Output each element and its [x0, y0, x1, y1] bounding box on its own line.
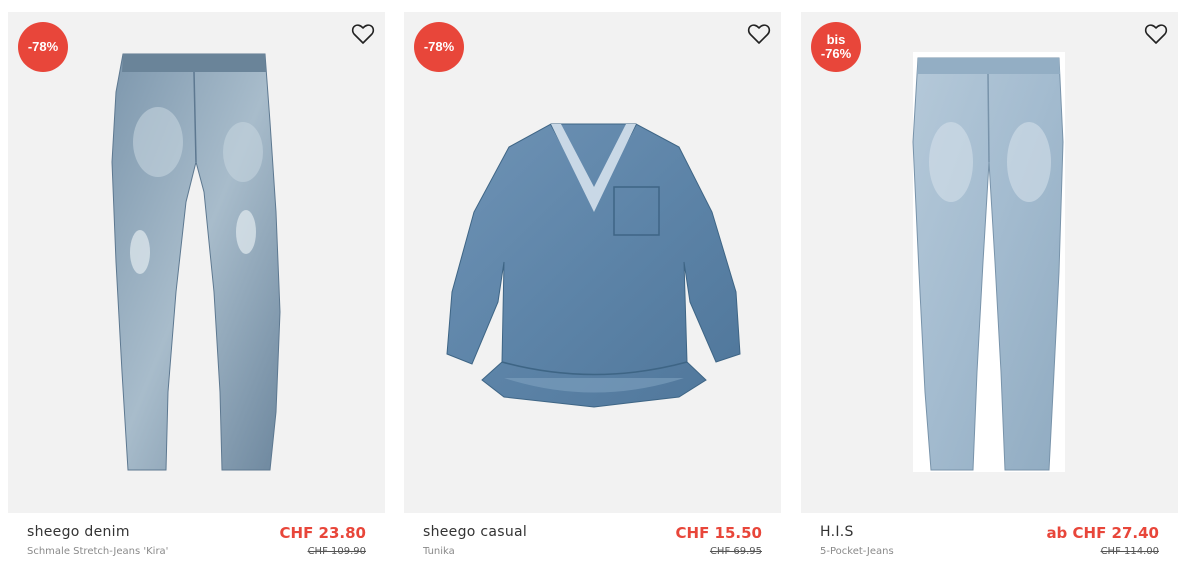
jeans-image[interactable] [801, 12, 1178, 513]
product-card[interactable]: -78% sheego denim Schmale Stretch-Jeans … [8, 12, 385, 566]
product-name[interactable]: Schmale Stretch-Jeans 'Kira' [27, 546, 168, 557]
product-image-area[interactable]: -78% [404, 12, 781, 513]
product-brand[interactable]: H.I.S [820, 524, 854, 540]
product-old-price: CHF 69.95 [709, 546, 762, 557]
product-price: CHF 23.80 [279, 524, 366, 542]
product-price: ab CHF 27.40 [1046, 524, 1159, 542]
discount-badge-line1: -78% [27, 39, 59, 54]
product-info[interactable]: sheego denim Schmale Stretch-Jeans 'Kira… [8, 513, 385, 566]
product-name[interactable]: Tunika [423, 546, 455, 557]
product-info[interactable]: H.I.S 5-Pocket-Jeans ab CHF 27.40 CHF 11… [801, 513, 1178, 566]
product-info[interactable]: sheego casual Tunika CHF 15.50 CHF 69.95 [404, 513, 781, 566]
jeans-image[interactable] [8, 12, 385, 513]
discount-badge: -78% [18, 22, 68, 72]
product-old-price: CHF 109.90 [307, 546, 366, 557]
heart-icon[interactable] [747, 22, 771, 46]
heart-icon[interactable] [1144, 22, 1168, 46]
heart-icon[interactable] [351, 22, 375, 46]
tunic-image[interactable] [404, 12, 781, 513]
discount-badge: bis -76% [811, 22, 861, 72]
product-card[interactable]: -78% sheego casual Tunika CHF 15.50 CHF … [404, 12, 781, 566]
product-image-area[interactable]: bis -76% [801, 12, 1178, 513]
discount-badge-line1: bis [826, 32, 846, 47]
product-price: CHF 15.50 [675, 524, 762, 542]
product-brand[interactable]: sheego denim [27, 524, 130, 540]
product-card[interactable]: bis -76% H.I.S 5-Pocket-Jeans ab CHF 27.… [801, 12, 1178, 566]
product-grid: -78% sheego denim Schmale Stretch-Jeans … [0, 0, 1196, 566]
product-old-price: CHF 114.00 [1100, 546, 1159, 557]
discount-badge-line1: -78% [423, 39, 455, 54]
discount-badge: -78% [414, 22, 464, 72]
product-brand[interactable]: sheego casual [423, 524, 527, 540]
discount-badge-line2: -76% [820, 46, 852, 61]
product-name[interactable]: 5-Pocket-Jeans [820, 546, 894, 557]
product-image-area[interactable]: -78% [8, 12, 385, 513]
